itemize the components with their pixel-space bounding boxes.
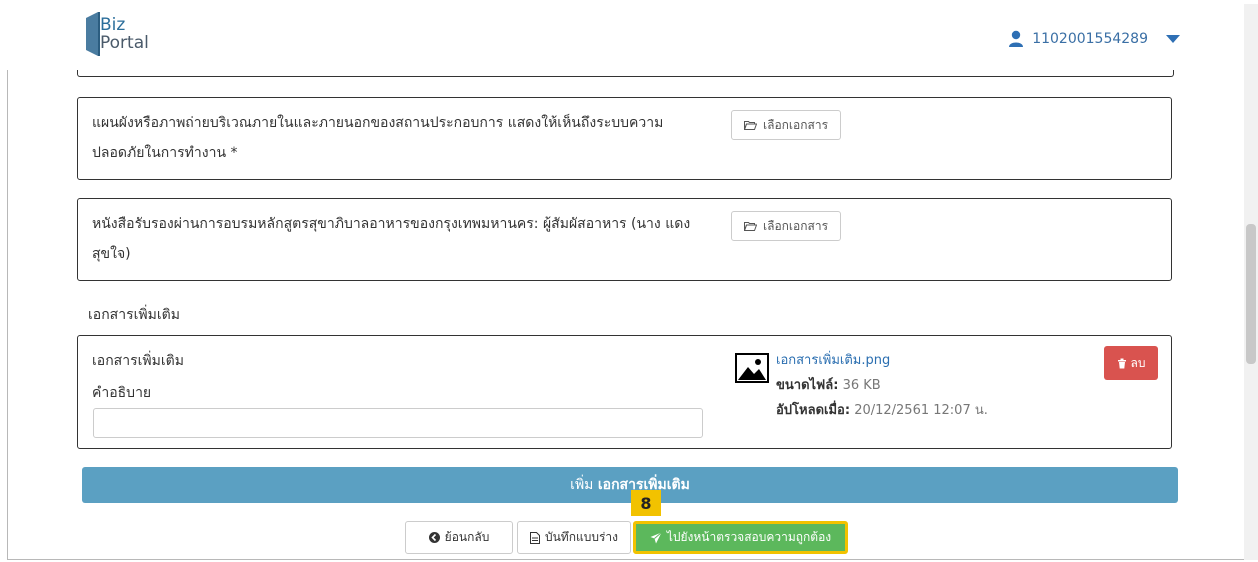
back-label: ย้อนกลับ xyxy=(444,530,490,544)
description-label: คำอธิบาย xyxy=(92,385,152,401)
send-icon xyxy=(650,531,662,543)
user-id: 1102001554289 xyxy=(1032,31,1148,47)
save-draft-button[interactable]: บันทึกแบบร่าง xyxy=(517,521,631,554)
document-text: หนังสือรับรองผ่านการอบรมหลักสูตรสุขาภิบา… xyxy=(92,216,691,262)
document-icon xyxy=(529,531,540,544)
save-draft-label: บันทึกแบบร่าง xyxy=(544,530,618,544)
step-badge: 8 xyxy=(631,490,661,516)
extra-section-title: เอกสารเพิ่มเติม xyxy=(88,307,180,323)
file-size-value: 36 KB xyxy=(842,378,881,393)
add-bar-prefix: เพิ่ม xyxy=(570,477,594,493)
document-card: แผนผังหรือภาพถ่ายบริเวณภายในและภายนอกของ… xyxy=(77,97,1172,180)
extra-card-title: เอกสารเพิ่มเติม xyxy=(92,353,184,369)
next-review-label: ไปยังหน้าตรวจสอบความถูกต้อง xyxy=(666,530,832,544)
trash-icon xyxy=(1117,358,1126,368)
logo-line2: Portal xyxy=(100,33,149,53)
choose-document-button[interactable]: เลือกเอกสาร xyxy=(731,110,842,140)
back-button[interactable]: ย้อนกลับ xyxy=(405,521,513,554)
previous-card-bottom xyxy=(77,70,1174,77)
extra-document-card: เอกสารเพิ่มเติม คำอธิบาย เอกสารเพิ่มเติม… xyxy=(77,335,1172,449)
uploaded-value: 20/12/2561 12:07 น. xyxy=(854,403,988,418)
next-review-button[interactable]: ไปยังหน้าตรวจสอบความถูกต้อง xyxy=(633,521,848,554)
logo-line1: Biz xyxy=(100,15,126,35)
document-card: หนังสือรับรองผ่านการอบรมหลักสูตรสุขาภิบา… xyxy=(77,198,1172,281)
scrollbar-thumb[interactable] xyxy=(1246,224,1256,364)
delete-button[interactable]: ลบ xyxy=(1104,346,1158,380)
file-link[interactable]: เอกสารเพิ่มเติม.png xyxy=(776,353,890,368)
folder-open-icon xyxy=(744,120,757,130)
choose-document-button[interactable]: เลือกเอกสาร xyxy=(731,211,842,241)
user-menu[interactable]: 1102001554289 xyxy=(1008,30,1180,48)
top-navbar: Biz Portal 1102001554289 xyxy=(0,0,1258,70)
choose-document-label: เลือกเอกสาร xyxy=(763,218,829,233)
file-info: เอกสารเพิ่มเติม.png ขนาดไฟล์: 36 KB อัปโ… xyxy=(776,348,988,423)
choose-document-label: เลือกเอกสาร xyxy=(763,117,829,132)
document-text: แผนผังหรือภาพถ่ายบริเวณภายในและภายนอกของ… xyxy=(92,115,664,161)
add-extra-document-button[interactable]: เพิ่ม เอกสารเพิ่มเติม xyxy=(82,467,1178,503)
file-size-label: ขนาดไฟล์: xyxy=(776,378,839,393)
user-icon xyxy=(1009,30,1024,47)
scrollbar[interactable] xyxy=(1244,4,1258,560)
arrow-left-circle-icon xyxy=(428,532,440,543)
chevron-down-icon[interactable] xyxy=(1166,35,1180,43)
logo-text[interactable]: Biz Portal xyxy=(100,16,149,52)
folder-open-icon xyxy=(744,221,757,231)
delete-label: ลบ xyxy=(1130,355,1146,370)
description-input[interactable] xyxy=(93,408,703,438)
uploaded-label: อัปโหลดเมื่อ: xyxy=(776,403,851,418)
image-file-icon xyxy=(735,353,769,383)
